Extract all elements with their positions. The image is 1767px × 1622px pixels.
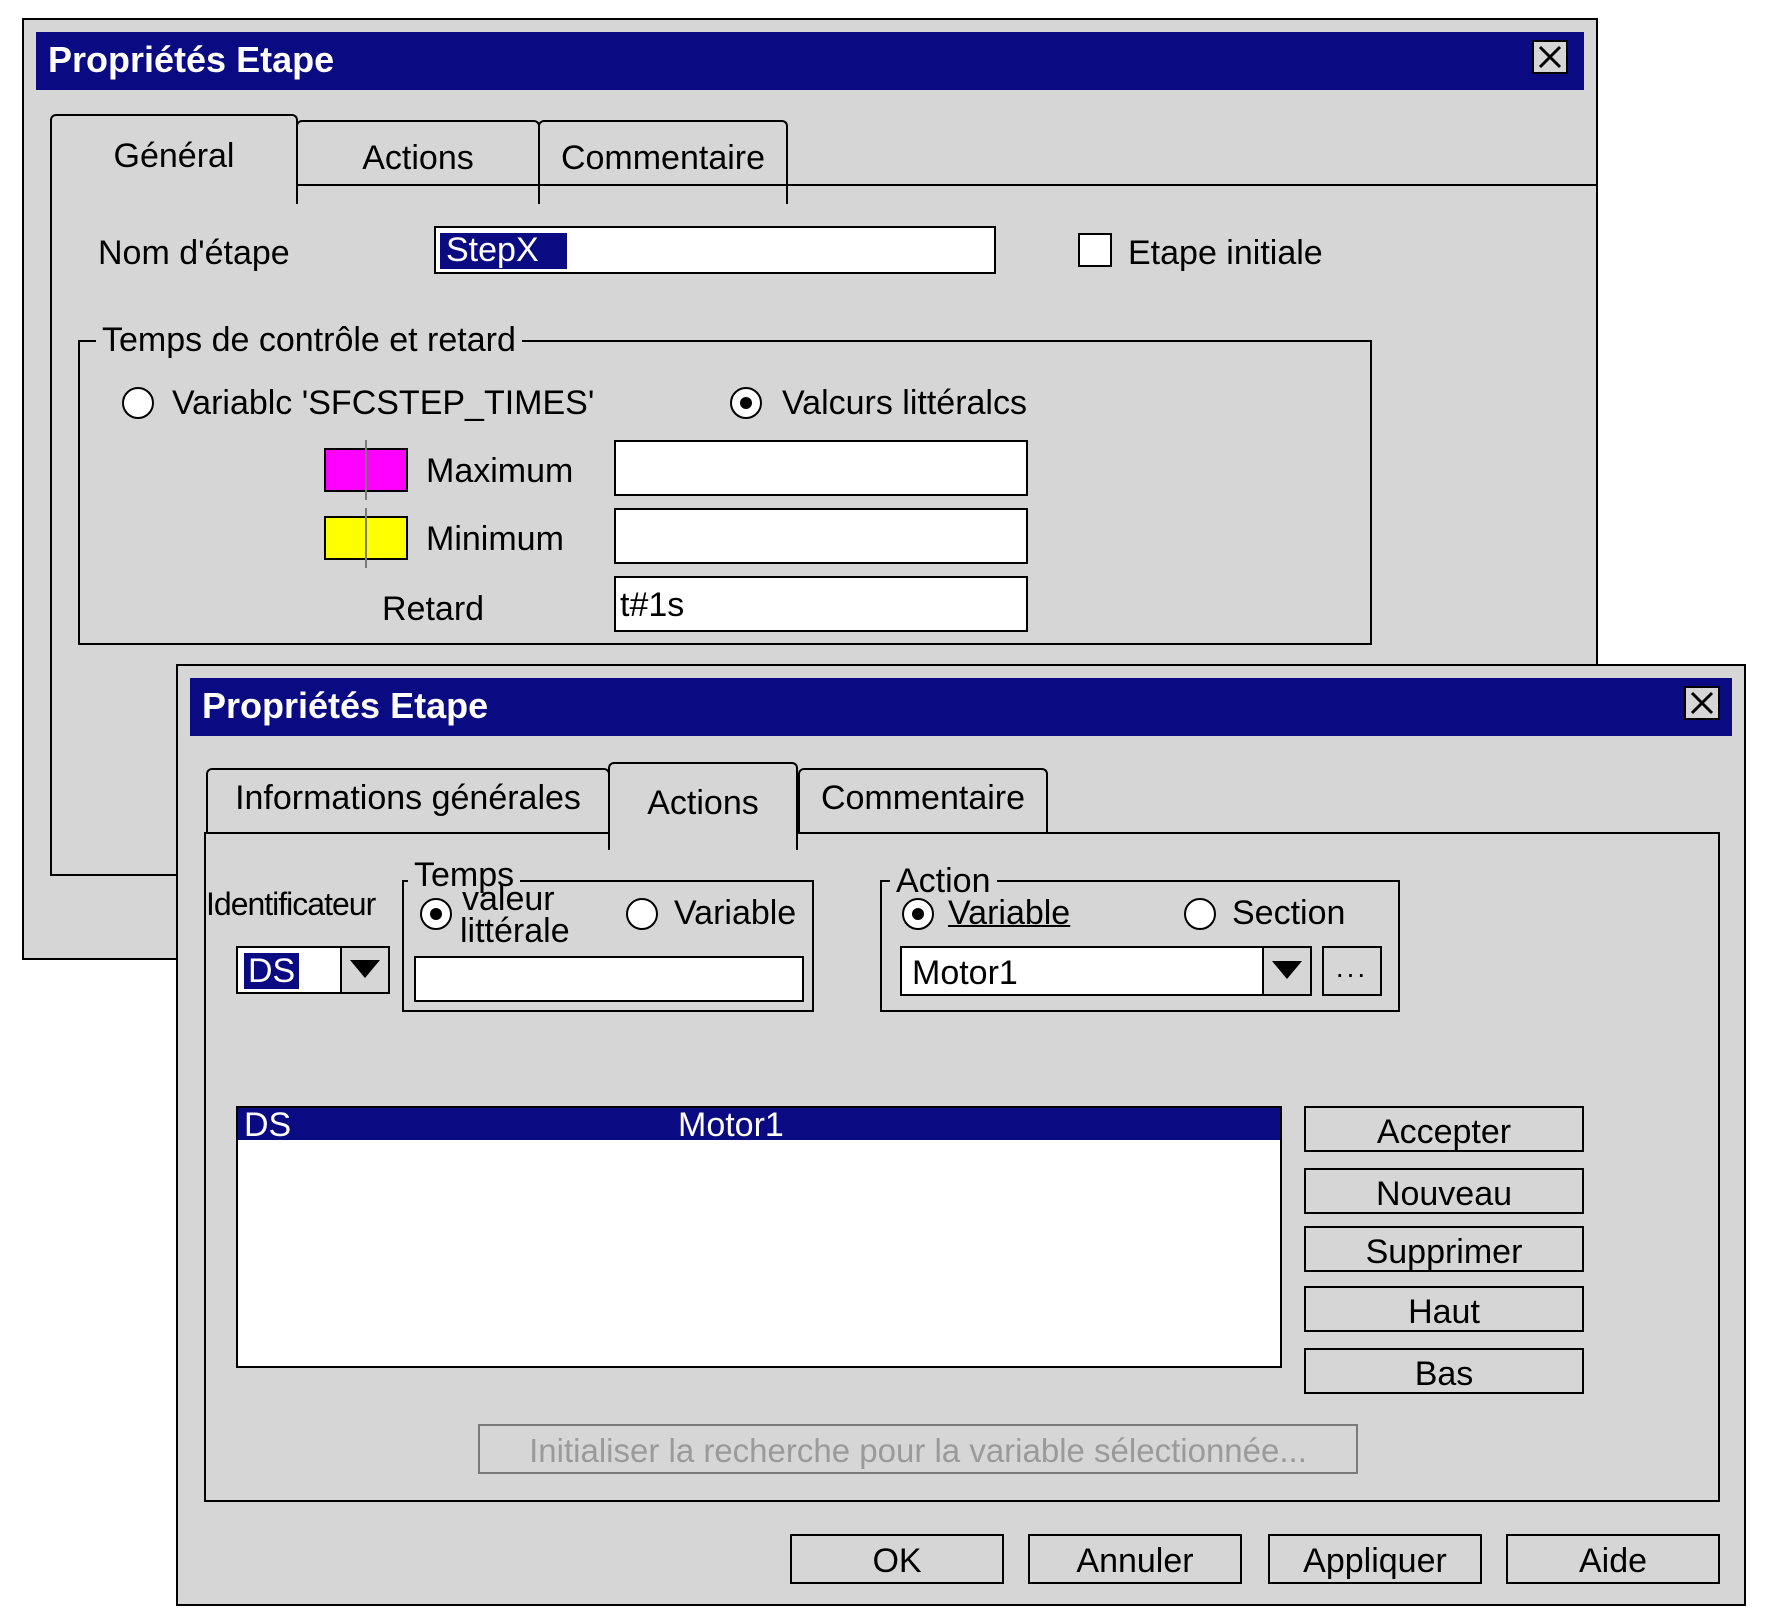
initial-step-label: Etape initiale [1128,234,1323,272]
action-name-select[interactable]: Motor1 [900,946,1312,996]
identifier-value: DS [244,953,300,989]
initial-step-checkbox[interactable] [1078,233,1112,267]
time-literal-label-line1: valeur [462,880,555,918]
accept-button[interactable]: Accepter [1304,1106,1584,1152]
time-value-input[interactable] [414,956,804,1002]
list-row-action: Motor1 [678,1106,784,1144]
max-label: Maximum [426,452,574,490]
chevron-down-icon [1272,961,1302,979]
action-radio-section[interactable] [1184,898,1216,930]
radio-literal-values[interactable] [730,387,762,419]
min-swatch-tick [365,508,367,568]
front-tab-informations[interactable]: Informations générales [206,768,610,834]
help-button[interactable]: Aide [1506,1534,1720,1584]
action-section-label: Section [1232,894,1346,932]
back-close-button[interactable] [1532,40,1568,74]
time-radio-variable[interactable] [626,898,658,930]
search-variable-button[interactable]: Initialiser la recherche pour la variabl… [478,1424,1358,1474]
timing-group-title: Temps de contrôle et retard [96,323,522,357]
actions-list[interactable]: DS Motor1 [236,1106,1282,1368]
list-row-qualifier: DS [244,1106,292,1144]
move-up-button[interactable]: Haut [1304,1286,1584,1332]
time-radio-literal[interactable] [420,898,452,930]
delay-input[interactable]: t#1s [614,576,1028,632]
action-radio-variable[interactable] [902,898,934,930]
list-row[interactable]: DS Motor1 [238,1106,1280,1144]
identifier-dropdown-button[interactable] [340,948,388,992]
front-dialog-title-bar[interactable]: Propriétés Etape [190,678,1732,736]
time-literal-label-line2: littérale [460,912,570,950]
action-group-title: Action [890,864,997,898]
step-name-value: StepX [440,233,567,269]
max-input[interactable] [614,440,1028,496]
action-name-value: Motor1 [912,954,1018,992]
step-name-input[interactable]: StepX [434,226,996,274]
chevron-down-icon [350,960,380,978]
back-dialog-title-bar[interactable]: Propriétés Etape [36,32,1584,90]
new-button[interactable]: Nouveau [1304,1168,1584,1214]
front-close-button[interactable] [1684,686,1720,720]
radio-variable-label: Variablc 'SFCSTEP_TIMES' [172,384,595,422]
action-variable-label: Variable [948,894,1071,932]
delay-value: t#1s [620,586,685,624]
delete-button[interactable]: Supprimer [1304,1226,1584,1272]
identifier-select[interactable]: DS [236,946,390,994]
back-dialog-title: Propriétés Etape [48,39,335,80]
max-swatch-tick [365,440,367,500]
front-dialog-title: Propriétés Etape [202,685,489,726]
apply-button[interactable]: Appliquer [1268,1534,1482,1584]
min-input[interactable] [614,508,1028,564]
identifier-label: Identificateur [206,886,376,922]
move-down-button[interactable]: Bas [1304,1348,1584,1394]
action-dropdown-button[interactable] [1262,948,1310,994]
front-dialog: Propriétés Etape Informations générales … [176,664,1746,1606]
delay-label: Retard [382,590,485,628]
front-tab-actions[interactable]: Actions [608,762,798,850]
close-icon [1690,691,1714,715]
radio-literal-label: Valcurs littéralcs [782,384,1027,422]
back-tab-general[interactable]: Général [50,114,298,204]
radio-variable-sfcstep[interactable] [122,387,154,419]
step-name-label: Nom d'étape [98,234,290,272]
browse-button[interactable]: ... [1322,946,1382,996]
cancel-button[interactable]: Annuler [1028,1534,1242,1584]
front-tab-commentaire[interactable]: Commentaire [798,768,1048,834]
ok-button[interactable]: OK [790,1534,1004,1584]
time-variable-label: Variable [674,894,797,932]
min-label: Minimum [426,520,564,558]
close-icon [1538,45,1562,69]
